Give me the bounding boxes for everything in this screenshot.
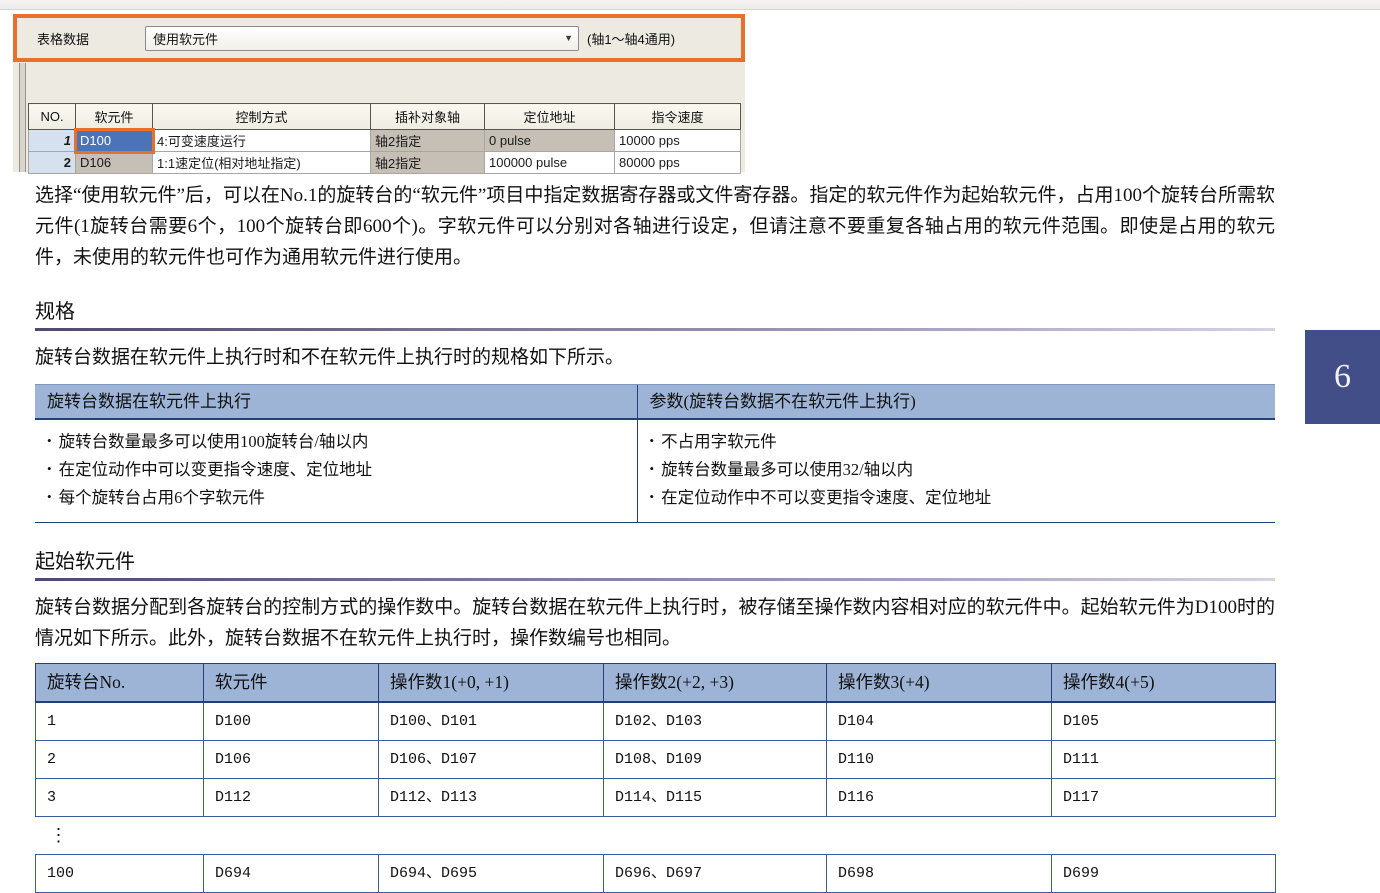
spec-cell-on-device: 旋转台数量最多可以使用100旋转台/轴以内 在定位动作中可以变更指令速度、定位地… [35,419,637,523]
grid-header-address: 定位地址 [485,104,615,130]
operand-header-device: 软元件 [204,664,379,703]
orange-highlight-box: 表格数据 使用软元件 ▼ (轴1～轴4通用) [13,14,745,62]
cell-operand3: D104 [827,702,1052,741]
cell-operand2: D108、D109 [604,741,827,779]
grid-cell-address[interactable]: 0 pulse [485,130,615,152]
spec-item: 旋转台数量最多可以使用32/轴以内 [650,456,1264,484]
operand-header-operand3: 操作数3(+4) [827,664,1052,703]
cell-device: D112 [204,779,379,817]
cell-table-no: 100 [36,855,204,893]
operand-assignment-table: 旋转台No. 软元件 操作数1(+0, +1) 操作数2(+2, +3) 操作数… [35,663,1276,893]
cell-operand3: D698 [827,855,1052,893]
grid-header-speed: 指令速度 [615,104,741,130]
positioning-table-grid: NO. 软元件 控制方式 插补对象轴 定位地址 指令速度 1 D100 4:可变… [28,103,741,174]
table-row-ellipsis: ⋮ [36,817,1276,855]
cell-operand1: D106、D107 [379,741,604,779]
operand-header-table-no: 旋转台No. [36,664,204,703]
spec-comparison-table: 旋转台数据在软元件上执行 参数(旋转台数据不在软元件上执行) 旋转台数量最多可以… [35,384,1275,523]
spec-header-on-device: 旋转台数据在软元件上执行 [35,385,637,420]
grid-cell-device-selected[interactable]: D100 [76,130,153,152]
table-row: 100 D694 D694、D695 D696、D697 D698 D699 [36,855,1276,893]
operand-header-row: 旋转台No. 软元件 操作数1(+0, +1) 操作数2(+2, +3) 操作数… [36,664,1276,703]
cell-operand2: D114、D115 [604,779,827,817]
operand-header-operand2: 操作数2(+2, +3) [604,664,827,703]
grid-header-device: 软元件 [76,104,153,130]
grid-cell-device[interactable]: D106 [76,152,153,174]
spec-item: 每个旋转台占用6个字软元件 [47,484,625,512]
spec-section-intro: 旋转台数据在软元件上执行时和不在软元件上执行时的规格如下所示。 [35,342,1275,373]
cell-operand1: D694、D695 [379,855,604,893]
grid-cell-speed[interactable]: 10000 pps [615,130,741,152]
dropdown-selected-value: 使用软元件 [153,29,218,48]
cell-operand4: D105 [1052,702,1276,741]
cell-table-no: 1 [36,702,204,741]
operand-header-operand1: 操作数1(+0, +1) [379,664,604,703]
grid-row-2: 2 D106 1:1速定位(相对地址指定) 轴2指定 100000 pulse … [29,152,741,174]
grid-row-1: 1 D100 4:可变速度运行 轴2指定 0 pulse 10000 pps [29,130,741,152]
spec-header-row: 旋转台数据在软元件上执行 参数(旋转台数据不在软元件上执行) [35,385,1275,420]
document-content: 选择“使用软元件”后，可以在No.1的旋转台的“软元件”项目中指定数据寄存器或文… [35,180,1275,893]
grid-cell-control[interactable]: 1:1速定位(相对地址指定) [153,152,371,174]
grid-header-no: NO. [29,104,76,130]
cell-operand3: D110 [827,741,1052,779]
spec-section-heading: 规格 [35,300,1275,331]
cell-operand2: D696、D697 [604,855,827,893]
cell-operand4: D117 [1052,779,1276,817]
spec-body-row: 旋转台数量最多可以使用100旋转台/轴以内 在定位动作中可以变更指令速度、定位地… [35,419,1275,523]
grid-cell-no[interactable]: 2 [29,152,76,174]
software-screenshot: 表格数据 使用软元件 ▼ (轴1～轴4通用) NO. 软元件 控制方式 插补对象… [13,14,745,172]
dialog-left-scroll-strip [19,63,26,172]
operand-header-operand4: 操作数4(+5) [1052,664,1276,703]
window-top-bar [0,0,1380,10]
table-data-label: 表格数据 [37,29,145,48]
spec-item: 不占用字软元件 [650,428,1264,456]
cell-device: D106 [204,741,379,779]
spec-cell-parameter: 不占用字软元件 旋转台数量最多可以使用32/轴以内 在定位动作中不可以变更指令速… [637,419,1275,523]
grid-cell-control[interactable]: 4:可变速度运行 [153,130,371,152]
cell-operand4: D111 [1052,741,1276,779]
spec-item: 在定位动作中不可以变更指令速度、定位地址 [650,484,1264,512]
table-data-dropdown[interactable]: 使用软元件 ▼ [145,26,579,51]
cell-operand3: D116 [827,779,1052,817]
grid-cell-interp-axis[interactable]: 轴2指定 [371,152,485,174]
cell-device: D100 [204,702,379,741]
cell-operand1: D100、D101 [379,702,604,741]
intro-paragraph: 选择“使用软元件”后，可以在No.1的旋转台的“软元件”项目中指定数据寄存器或文… [35,180,1275,273]
chapter-tab: 6 [1305,330,1380,424]
spec-item: 旋转台数量最多可以使用100旋转台/轴以内 [47,428,625,456]
grid-header-control: 控制方式 [153,104,371,130]
table-row: 1 D100 D100、D101 D102、D103 D104 D105 [36,702,1276,741]
spec-header-parameter: 参数(旋转台数据不在软元件上执行) [637,385,1275,420]
grid-cell-interp-axis[interactable]: 轴2指定 [371,130,485,152]
table-row: 3 D112 D112、D113 D114、D115 D116 D117 [36,779,1276,817]
grid-cell-no[interactable]: 1 [29,130,76,152]
cell-operand4: D699 [1052,855,1276,893]
grid-header-row: NO. 软元件 控制方式 插补对象轴 定位地址 指令速度 [29,104,741,130]
cell-operand2: D102、D103 [604,702,827,741]
grid-cell-speed[interactable]: 80000 pps [615,152,741,174]
cell-table-no: 3 [36,779,204,817]
grid-cell-address[interactable]: 100000 pulse [485,152,615,174]
spec-item: 在定位动作中可以变更指令速度、定位地址 [47,456,625,484]
cell-device: D694 [204,855,379,893]
chevron-down-icon: ▼ [564,34,573,43]
table-row: 2 D106 D106、D107 D108、D109 D110 D111 [36,741,1276,779]
cell-table-no: 2 [36,741,204,779]
cell-operand1: D112、D113 [379,779,604,817]
start-device-section-heading: 起始软元件 [35,550,1275,581]
grid-header-interp-axis: 插补对象轴 [371,104,485,130]
ellipsis-cell: ⋮ [36,817,1276,855]
start-device-section-intro: 旋转台数据分配到各旋转台的控制方式的操作数中。旋转台数据在软元件上执行时，被存储… [35,592,1275,654]
axis-common-note: (轴1～轴4通用) [587,29,675,48]
